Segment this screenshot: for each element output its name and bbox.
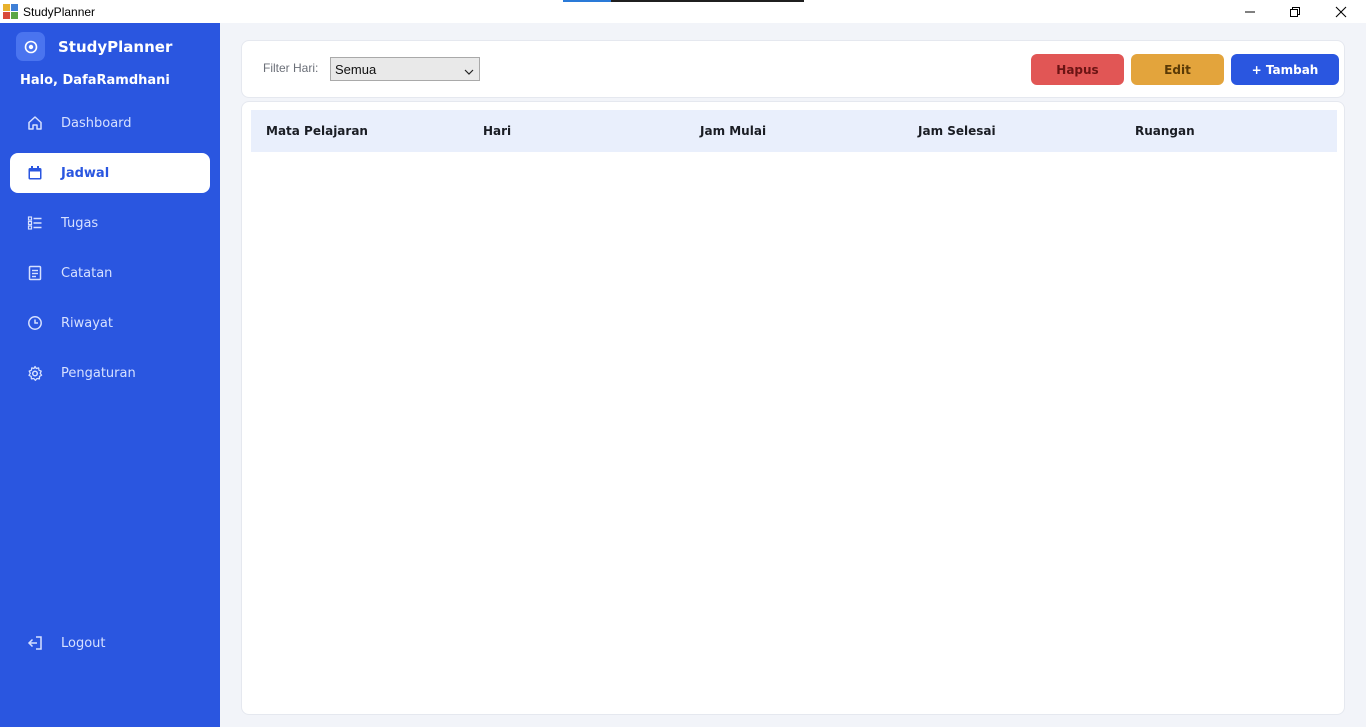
sidebar-item-riwayat[interactable]: Riwayat	[10, 303, 210, 343]
column-header-subject[interactable]: Mata Pelajaran	[266, 124, 368, 138]
close-icon[interactable]	[1318, 0, 1364, 23]
table-header-row: Mata Pelajaran Hari Jam Mulai Jam Selesa…	[251, 110, 1337, 152]
task-list-icon	[27, 215, 43, 231]
brand-title: StudyPlanner	[58, 37, 173, 56]
filter-day-select[interactable]: Semua	[330, 57, 480, 81]
logout-label: Logout	[61, 635, 106, 651]
sidebar-item-tugas[interactable]: Tugas	[10, 203, 210, 243]
delete-button[interactable]: Hapus	[1031, 54, 1124, 85]
title-progress-bar	[563, 0, 804, 2]
sidebar-item-jadwal[interactable]: Jadwal	[10, 153, 210, 193]
edit-button[interactable]: Edit	[1131, 54, 1224, 85]
logout-button[interactable]: Logout	[10, 623, 210, 663]
column-header-start-time[interactable]: Jam Mulai	[700, 124, 766, 138]
sidebar-item-label: Catatan	[61, 265, 113, 281]
sidebar-item-catatan[interactable]: Catatan	[10, 253, 210, 293]
restore-icon[interactable]	[1272, 0, 1318, 23]
sidebar-item-label: Riwayat	[61, 315, 113, 331]
user-greeting: Halo, DafaRamdhani	[20, 73, 170, 88]
schedule-table: Mata Pelajaran Hari Jam Mulai Jam Selesa…	[241, 101, 1345, 715]
sidebar-item-label: Pengaturan	[61, 365, 136, 381]
add-schedule-button[interactable]: + Tambah	[1231, 54, 1339, 85]
window-title-bar: StudyPlanner	[0, 0, 1366, 23]
chevron-down-icon	[464, 64, 474, 82]
sidebar: StudyPlanner Halo, DafaRamdhani Dashboar…	[0, 23, 220, 727]
sidebar-item-pengaturan[interactable]: Pengaturan	[10, 353, 210, 393]
brand: StudyPlanner	[16, 32, 172, 61]
title-progress-fill	[563, 0, 612, 2]
logout-icon	[27, 635, 43, 651]
notes-icon	[27, 265, 43, 281]
home-icon	[27, 115, 43, 131]
minimize-icon[interactable]	[1227, 0, 1273, 23]
column-header-end-time[interactable]: Jam Selesai	[918, 124, 996, 138]
sidebar-item-label: Dashboard	[61, 115, 132, 131]
calendar-icon	[27, 165, 43, 181]
brand-logo-icon	[16, 32, 45, 61]
app-icon	[3, 3, 19, 20]
sidebar-item-label: Jadwal	[61, 165, 110, 181]
window-title: StudyPlanner	[23, 4, 96, 19]
clock-icon	[27, 315, 43, 331]
filter-toolbar: Filter Hari: Semua Hapus Edit + Tambah	[241, 40, 1345, 98]
filter-day-label: Filter Hari:	[263, 61, 319, 75]
sidebar-item-dashboard[interactable]: Dashboard	[10, 103, 210, 143]
sidebar-item-label: Tugas	[61, 215, 99, 231]
column-header-room[interactable]: Ruangan	[1135, 124, 1195, 138]
column-header-day[interactable]: Hari	[483, 124, 511, 138]
filter-day-value: Semua	[335, 61, 377, 77]
gear-icon	[27, 365, 43, 381]
